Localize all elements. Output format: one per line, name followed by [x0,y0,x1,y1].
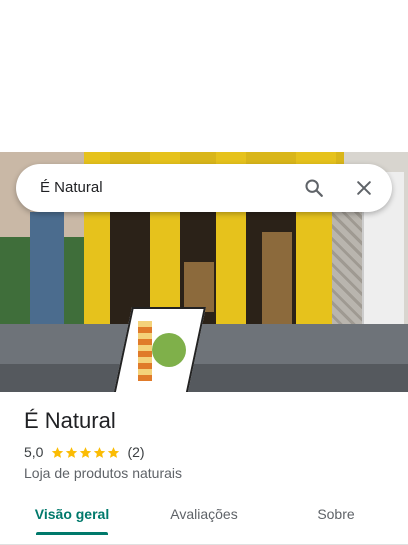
rating-row[interactable]: 5,0 (2) [24,444,145,460]
photo-blue-door [30,212,64,324]
photo-sidewalk-sign [112,307,206,392]
tab-reviews[interactable]: Avaliações [156,492,252,536]
search-icon [305,179,323,197]
close-button[interactable] [340,164,388,212]
star-icon [94,446,106,458]
star-icon [66,446,78,458]
search-bar[interactable]: É Natural [16,164,392,212]
tab-about[interactable]: Sobre [288,492,384,536]
active-tab-indicator [36,532,108,535]
sign-decoration [138,321,152,381]
star-icon [52,446,64,458]
review-count[interactable]: (2) [127,444,144,460]
star-icon [108,446,120,458]
close-icon [357,181,371,195]
photo-shelf [262,232,292,328]
tab-overview[interactable]: Visão geral [24,492,120,536]
rating-value: 5,0 [24,444,44,460]
rating-stars [51,446,121,459]
star-icon [80,446,92,458]
sign-logo [152,333,186,367]
photo-street [0,364,408,392]
place-category: Loja de produtos naturais [24,465,182,481]
search-query[interactable]: É Natural [40,164,103,212]
place-tabs: Visão geral Avaliações Sobre [0,492,408,545]
search-button[interactable] [290,164,338,212]
place-name: É Natural [24,408,116,433]
photo-shelf [184,262,214,312]
